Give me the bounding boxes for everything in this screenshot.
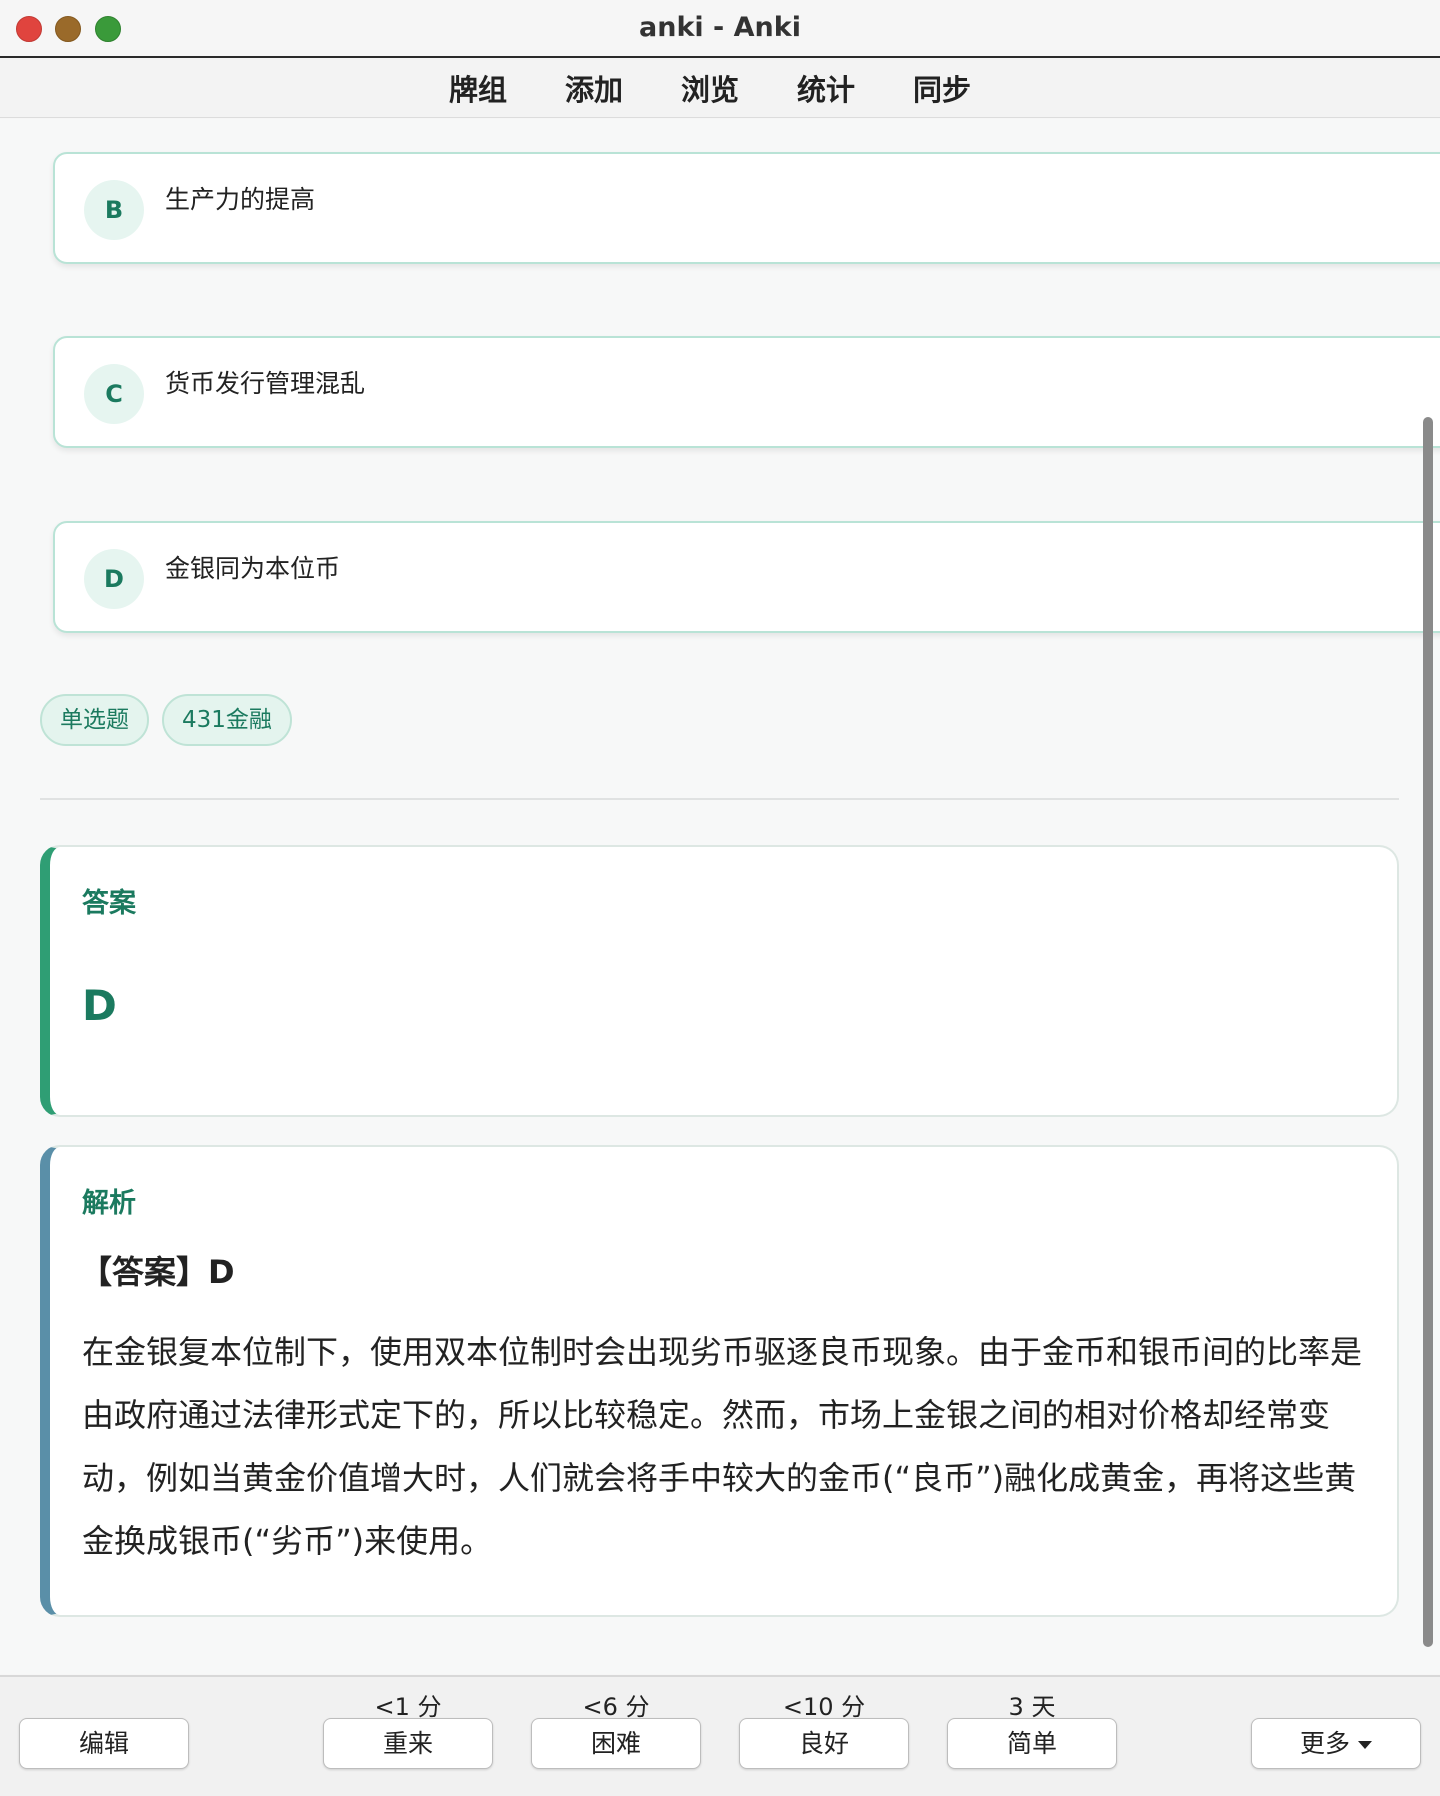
- card-review-area: B 生产力的提高 C 货币发行管理混乱 D 金银同为本位币 单选题 431金融 …: [0, 119, 1440, 1674]
- option-text: 生产力的提高: [165, 185, 316, 214]
- option-c: C 货币发行管理混乱: [53, 336, 1440, 448]
- option-d: D 金银同为本位币: [53, 521, 1440, 633]
- option-text: 金银同为本位币: [165, 554, 341, 583]
- anki-window: anki - Anki 牌组 添加 浏览 统计 同步 B 生产力的提高 C 货币…: [0, 0, 1440, 1796]
- hard-button[interactable]: 困难: [531, 1718, 701, 1769]
- option-b: B 生产力的提高: [53, 152, 1440, 264]
- nav-add[interactable]: 添加: [565, 67, 623, 109]
- window-title: anki - Anki: [639, 12, 801, 43]
- divider: [40, 798, 1399, 800]
- answer-label: 答案: [82, 888, 136, 919]
- chevron-down-icon: [1358, 1741, 1372, 1749]
- explanation-label: 解析: [82, 1188, 136, 1219]
- explanation-card: 解析 【答案】D 在金银复本位制下，使用双本位制时会出现劣币驱逐良币现象。由于金…: [40, 1145, 1399, 1617]
- option-letter-badge: D: [84, 549, 144, 609]
- again-button[interactable]: 重来: [323, 1718, 493, 1769]
- nav-stats[interactable]: 统计: [797, 67, 855, 109]
- nav-sync[interactable]: 同步: [913, 67, 971, 109]
- good-button[interactable]: 良好: [739, 1718, 909, 1769]
- option-text: 货币发行管理混乱: [165, 369, 366, 398]
- interval-easy: 3 天: [1008, 1693, 1056, 1721]
- explanation-body: 在金银复本位制下，使用双本位制时会出现劣币驱逐良币现象。由于金币和银币间的比率是…: [82, 1333, 1363, 1560]
- vertical-scrollbar[interactable]: [1423, 417, 1433, 1647]
- main-toolbar: 牌组 添加 浏览 统计 同步: [0, 58, 1440, 118]
- title-bar: anki - Anki: [0, 0, 1440, 58]
- tag-single-choice: 单选题: [40, 694, 149, 746]
- answer-card: 答案 D: [40, 845, 1399, 1117]
- more-label: 更多: [1299, 1729, 1350, 1758]
- easy-button[interactable]: 简单: [947, 1718, 1117, 1769]
- interval-again: <1 分: [374, 1693, 442, 1721]
- tag-431-finance: 431金融: [162, 694, 292, 746]
- answer-value: D: [82, 981, 117, 1030]
- nav-decks[interactable]: 牌组: [449, 67, 507, 109]
- explanation-heading: 【答案】D: [80, 1253, 235, 1291]
- option-letter-badge: C: [84, 364, 144, 424]
- more-button[interactable]: 更多: [1251, 1718, 1421, 1769]
- option-letter-badge: B: [84, 180, 144, 240]
- nav-browse[interactable]: 浏览: [681, 67, 739, 109]
- edit-button[interactable]: 编辑: [19, 1718, 189, 1769]
- interval-hard: <6 分: [582, 1693, 650, 1721]
- answer-bar: <1 分 <6 分 <10 分 3 天 编辑 重来 困难 良好 简单 更多: [0, 1675, 1440, 1796]
- interval-good: <10 分: [782, 1693, 866, 1721]
